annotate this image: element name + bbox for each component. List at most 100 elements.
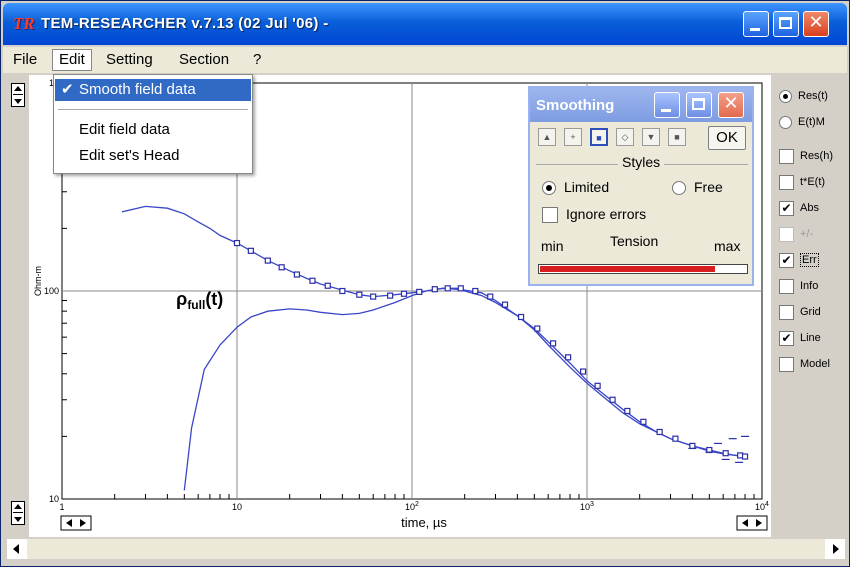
data-point-marker bbox=[247, 247, 254, 254]
menu-section[interactable]: Section bbox=[173, 50, 235, 70]
x-tick-label: 103 bbox=[580, 501, 594, 512]
down-triangle-symbol-icon[interactable]: ▼ bbox=[642, 128, 660, 146]
data-point-marker bbox=[472, 287, 479, 295]
dot-symbol-icon[interactable]: ■ bbox=[668, 128, 686, 146]
radio-res-t[interactable]: Res(t) bbox=[779, 87, 828, 105]
ok-button[interactable]: OK bbox=[708, 126, 746, 150]
menu-bar: File Edit Setting Section ? bbox=[3, 47, 847, 73]
maximize-icon bbox=[692, 98, 705, 110]
close-icon: ✕ bbox=[723, 93, 739, 114]
data-point-marker bbox=[737, 452, 744, 459]
menu-separator bbox=[58, 109, 248, 110]
display-options-panel: Res(t) E(t)M Res(h) t*E(t) ✔ Abs +/- ✔ Err… bbox=[773, 75, 847, 537]
tension-min-label: min bbox=[541, 238, 564, 254]
arrow-left-icon bbox=[13, 544, 19, 554]
data-point-marker bbox=[487, 293, 494, 300]
data-point-marker bbox=[517, 313, 525, 321]
limited-radio[interactable]: Limited bbox=[542, 178, 609, 196]
check-abs[interactable]: ✔ Abs bbox=[779, 199, 819, 217]
window-title: TEM-RESEARCHER v.7.13 (02 Jul '06) - bbox=[41, 15, 329, 32]
check-res-h-box bbox=[779, 148, 794, 164]
check-res-h[interactable]: Res(h) bbox=[779, 147, 833, 165]
check-info-box bbox=[779, 278, 794, 294]
data-point-marker bbox=[387, 292, 394, 299]
data-point-marker bbox=[457, 285, 464, 292]
check-grid[interactable]: Grid bbox=[779, 303, 821, 321]
check-abs-box: ✔ bbox=[779, 200, 794, 216]
smoothing-close-button[interactable]: ✕ bbox=[718, 92, 744, 118]
square-symbol-icon[interactable]: ■ bbox=[590, 128, 608, 146]
minimize-icon bbox=[750, 28, 760, 31]
check-model-box bbox=[779, 356, 794, 372]
data-point-marker bbox=[594, 382, 601, 389]
check-t-e-t[interactable]: t*E(t) bbox=[779, 173, 825, 191]
x-tick-label: 1 bbox=[59, 502, 64, 512]
menu-setting[interactable]: Setting bbox=[100, 50, 159, 70]
scroll-right-button[interactable] bbox=[825, 539, 845, 559]
check-line-box: ✔ bbox=[779, 330, 794, 346]
data-point-marker bbox=[624, 407, 631, 415]
check-info[interactable]: Info bbox=[779, 277, 818, 295]
data-point-marker bbox=[640, 418, 647, 425]
menu-file[interactable]: File bbox=[7, 50, 43, 70]
data-point-marker bbox=[534, 325, 541, 332]
menu-item-edit-sets-head[interactable]: Edit set's Head bbox=[55, 145, 251, 167]
data-point-marker bbox=[501, 301, 509, 308]
check-plus-minus-box bbox=[779, 226, 794, 242]
data-point-marker bbox=[339, 287, 346, 295]
data-point-marker bbox=[278, 264, 285, 271]
title-bar[interactable]: TR TEM-RESEARCHER v.7.13 (02 Jul '06) - … bbox=[3, 3, 847, 45]
menu-item-smooth-field-data[interactable]: ✔ Smooth field data bbox=[55, 79, 251, 101]
y-tick-label: 100 bbox=[44, 286, 59, 296]
data-point-marker bbox=[324, 282, 331, 289]
data-point-marker bbox=[689, 442, 696, 450]
pan-right-button bbox=[736, 515, 768, 531]
menu-item-edit-field-data[interactable]: Edit field data bbox=[55, 119, 251, 141]
check-err[interactable]: ✔ Err bbox=[779, 251, 819, 269]
free-radio-indicator bbox=[672, 181, 686, 196]
styles-label: Styles bbox=[618, 154, 665, 170]
menu-help[interactable]: ? bbox=[247, 50, 267, 70]
check-model[interactable]: Model bbox=[779, 355, 830, 373]
data-point-marker bbox=[672, 435, 679, 442]
data-point-marker bbox=[400, 290, 408, 297]
menu-edit[interactable]: Edit bbox=[52, 49, 92, 71]
ignore-errors-checkbox[interactable]: Ignore errors bbox=[542, 205, 646, 224]
y-tick-label: 10 bbox=[49, 494, 59, 504]
data-point-marker bbox=[722, 450, 729, 457]
x-axis-label: time, µs bbox=[401, 515, 447, 530]
minimize-button[interactable] bbox=[743, 11, 769, 37]
smoothing-minimize-button[interactable] bbox=[654, 92, 680, 118]
data-point-marker bbox=[309, 277, 316, 284]
horizontal-scrollbar[interactable] bbox=[7, 539, 845, 559]
smoothing-maximize-button[interactable] bbox=[686, 92, 712, 118]
radio-e-t-m[interactable]: E(t)M bbox=[779, 113, 825, 131]
data-point-marker bbox=[565, 354, 572, 361]
rho-full-annotation: ρfull(t) bbox=[176, 289, 223, 312]
app-logo-icon: TR bbox=[13, 14, 35, 33]
y-top-scale-stepper[interactable] bbox=[11, 83, 25, 107]
scroll-left-button[interactable] bbox=[7, 539, 27, 559]
data-point-marker bbox=[609, 396, 616, 403]
data-point-marker bbox=[444, 285, 451, 292]
y-bottom-scale-stepper[interactable] bbox=[11, 501, 25, 525]
tension-max-label: max bbox=[714, 238, 741, 254]
data-point-marker bbox=[370, 293, 377, 300]
circle-symbol-icon[interactable]: ◇ bbox=[616, 128, 634, 146]
maximize-button[interactable] bbox=[773, 11, 799, 37]
plus-symbol-icon[interactable]: + bbox=[564, 128, 582, 146]
tension-slider[interactable] bbox=[538, 264, 748, 274]
close-button[interactable]: ✕ bbox=[803, 11, 829, 37]
free-radio[interactable]: Free bbox=[672, 178, 723, 196]
data-point-marker bbox=[549, 340, 557, 347]
smoothing-title-bar[interactable]: Smoothing ✕ bbox=[530, 88, 752, 122]
check-mark-icon: ✔ bbox=[61, 81, 74, 98]
check-grid-box bbox=[779, 304, 794, 320]
check-line[interactable]: ✔ Line bbox=[779, 329, 821, 347]
check-err-box: ✔ bbox=[779, 252, 794, 268]
smoothing-title: Smoothing bbox=[536, 97, 615, 114]
data-point-marker bbox=[264, 257, 271, 264]
data-point-marker bbox=[656, 428, 663, 436]
ignore-errors-box bbox=[542, 207, 558, 224]
triangle-symbol-icon[interactable]: ▲ bbox=[538, 128, 556, 146]
